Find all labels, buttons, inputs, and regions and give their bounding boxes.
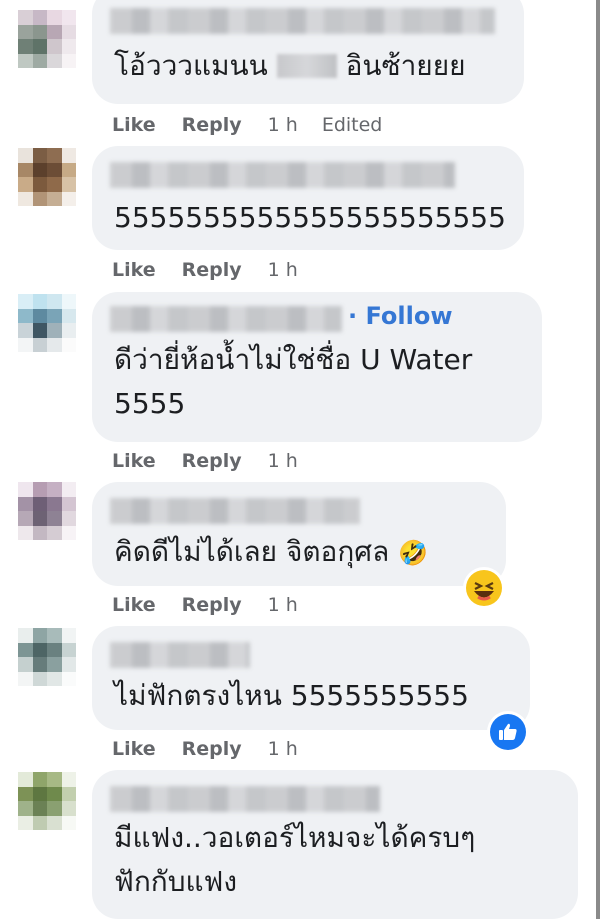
author-name[interactable]: [110, 162, 455, 188]
comment-actions: Like Reply 1 h Edited: [112, 114, 406, 136]
follow-button[interactable]: · Follow: [348, 302, 453, 330]
timestamp[interactable]: 1 h: [268, 114, 298, 136]
edited-label: Edited: [321, 114, 383, 136]
comment-actions: Like Reply 1 h: [112, 738, 322, 760]
timestamp[interactable]: 1 h: [268, 594, 298, 616]
like-button[interactable]: Like: [112, 738, 156, 760]
comment-bubble: ไม่ฟักตรงไหน 5555555555: [92, 626, 530, 730]
comment-text: 5555555555555555555555: [114, 201, 506, 234]
like-button[interactable]: Like: [112, 450, 156, 472]
window-edge: [596, 0, 600, 919]
like-reaction-icon[interactable]: [490, 714, 526, 750]
avatar[interactable]: [18, 10, 76, 68]
timestamp[interactable]: 1 h: [268, 259, 298, 281]
redacted-text: [276, 54, 337, 78]
author-name[interactable]: [110, 8, 495, 34]
rofl-emoji: 🤣: [398, 539, 429, 567]
like-button[interactable]: Like: [112, 114, 156, 136]
author-name[interactable]: [110, 786, 380, 812]
reply-button[interactable]: Reply: [182, 594, 242, 616]
comment-bubble: มีแฟง..วอเตอร์ไหมจะได้ครบๆ ฟักกับแฟง: [92, 770, 578, 919]
author-name[interactable]: [110, 498, 360, 524]
avatar[interactable]: [18, 628, 76, 686]
author-name[interactable]: [110, 306, 342, 332]
timestamp[interactable]: 1 h: [268, 450, 298, 472]
timestamp[interactable]: 1 h: [268, 738, 298, 760]
comment-bubble: 5555555555555555555555: [92, 146, 524, 250]
like-button[interactable]: Like: [112, 259, 156, 281]
comment-text: โอ้วววแมนน อินซ้ายยย: [114, 49, 466, 82]
comment-bubble: โอ้วววแมนน อินซ้ายยย: [92, 0, 524, 104]
comment-text: ดีว่ายี่ห้อน้ำไม่ใช่ชื่อ U Water 5555: [114, 343, 473, 420]
comment-bubble: · Follow ดีว่ายี่ห้อน้ำไม่ใช่ชื่อ U Wate…: [92, 292, 542, 442]
laugh-reaction-icon[interactable]: [466, 570, 502, 606]
avatar[interactable]: [18, 148, 76, 206]
comment-bubble: คิดดีไม่ได้เลย จิตอกุศล 🤣: [92, 482, 506, 586]
comment-actions: Like Reply 1 h: [112, 259, 322, 281]
avatar[interactable]: [18, 772, 76, 830]
comment-actions: Like Reply 1 h: [112, 594, 322, 616]
reply-button[interactable]: Reply: [182, 114, 242, 136]
reply-button[interactable]: Reply: [182, 259, 242, 281]
comment-text: มีแฟง..วอเตอร์ไหมจะได้ครบๆ ฟักกับแฟง: [114, 821, 476, 898]
reply-button[interactable]: Reply: [182, 450, 242, 472]
avatar[interactable]: [18, 294, 76, 352]
like-button[interactable]: Like: [112, 594, 156, 616]
comment-text: คิดดีไม่ได้เลย จิตอกุศล 🤣: [114, 535, 429, 568]
comment-text: ไม่ฟักตรงไหน 5555555555: [114, 679, 469, 712]
reply-button[interactable]: Reply: [182, 738, 242, 760]
comment-actions: Like Reply 1 h: [112, 450, 322, 472]
author-name[interactable]: [110, 642, 250, 668]
avatar[interactable]: [18, 482, 76, 540]
